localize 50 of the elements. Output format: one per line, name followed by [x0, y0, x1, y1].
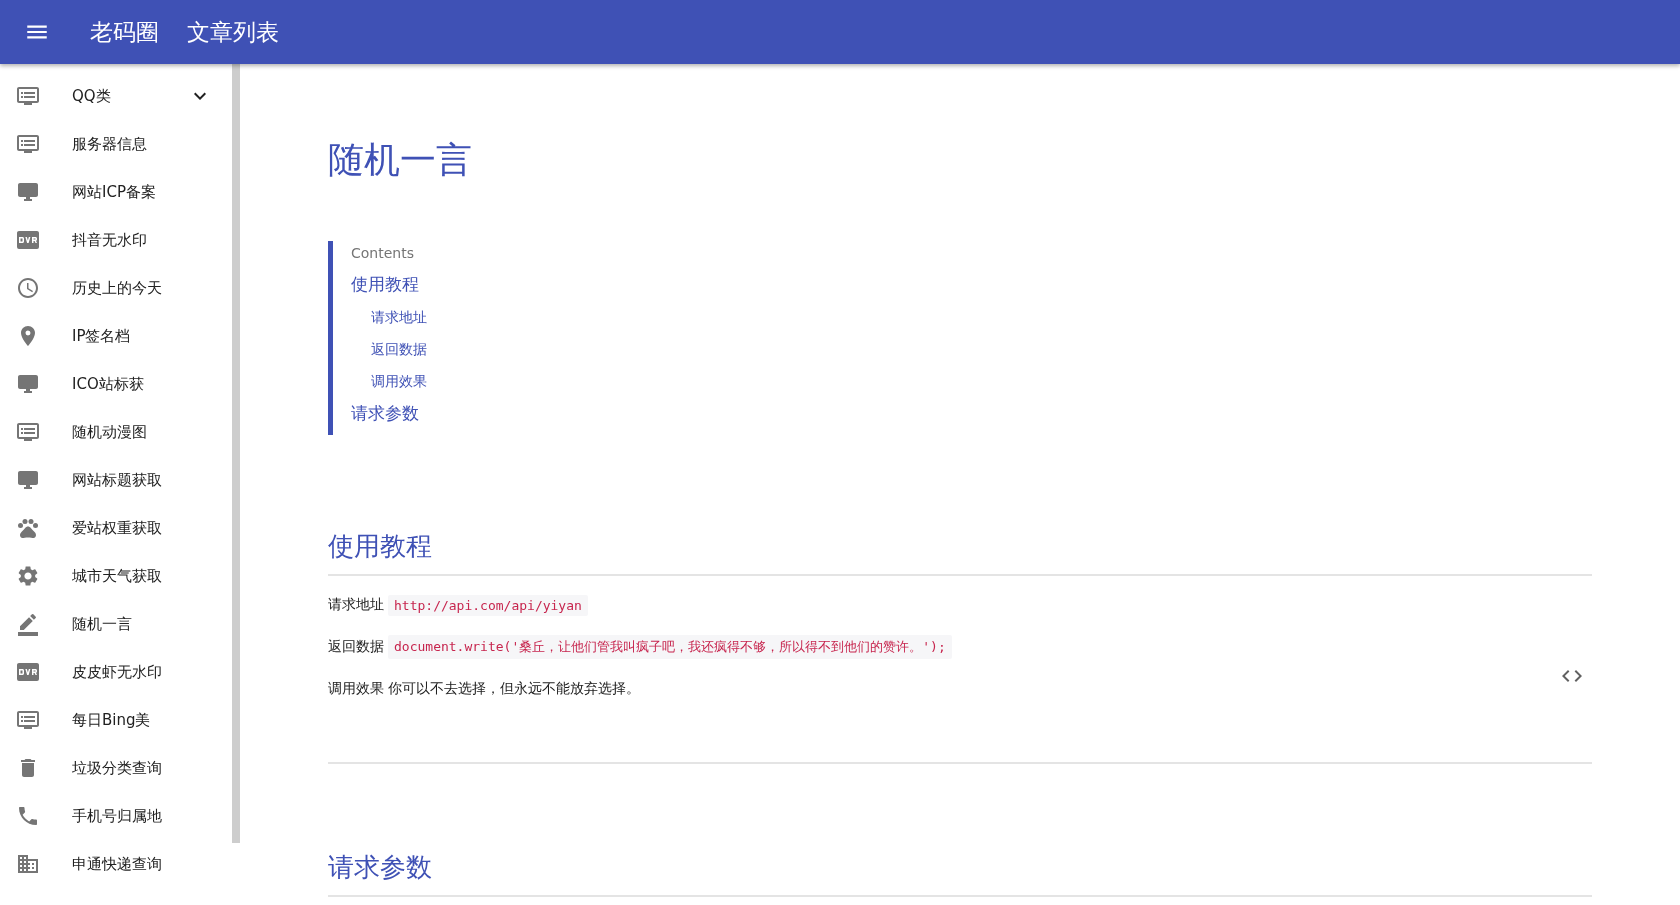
sidebar-item[interactable]: 每日Bing美 — [0, 696, 232, 744]
sidebar-item[interactable]: 手机号归属地 — [0, 792, 232, 840]
scrollbar-thumb[interactable] — [232, 64, 240, 843]
article-title: 随机一言 — [328, 138, 472, 182]
sidebar-item[interactable]: 历史上的今天 — [0, 264, 232, 312]
field-label: 请求地址 — [328, 596, 384, 614]
video-badge-icon — [16, 228, 40, 252]
code-snippet: http://api.com/api/yiyan — [388, 594, 588, 616]
monitor-list-icon — [16, 84, 40, 108]
page-title: 文章列表 — [187, 17, 279, 47]
field-label: 返回数据 — [328, 638, 384, 656]
sidebar-item[interactable]: QQ类 — [0, 72, 232, 120]
paw-icon — [16, 516, 40, 540]
sidebar-item[interactable]: 网站ICP备案 — [0, 168, 232, 216]
code-snippet: document.write('桑丘，让他们管我叫疯子吧，我还疯得不够，所以得不到他们的赞许。'); — [388, 635, 952, 659]
phone-icon — [16, 804, 40, 828]
sidebar-item[interactable]: 服务器信息 — [0, 120, 232, 168]
settings-icon — [16, 564, 40, 588]
sidebar-item[interactable]: 皮皮虾无水印 — [0, 648, 232, 696]
sidebar-item[interactable]: 网站标题获取 — [0, 456, 232, 504]
result-text: 你可以不去选择，但永远不能放弃选择。 — [388, 680, 640, 698]
monitor-icon — [16, 180, 40, 204]
site-title: 老码圈 — [90, 17, 159, 47]
contents-sublink[interactable]: 调用效果 — [371, 373, 427, 391]
field-label: 调用效果 — [328, 680, 384, 698]
monitor-icon — [16, 372, 40, 396]
monitor-list-icon — [16, 132, 40, 156]
pencil-icon — [16, 612, 40, 636]
sidebar-item[interactable]: 爱站权重获取 — [0, 504, 232, 552]
contents-label: Contents — [351, 245, 415, 261]
contents-link[interactable]: 使用教程 — [351, 273, 419, 296]
contents-sublink[interactable]: 返回数据 — [371, 341, 427, 359]
section-heading: 请求参数 — [328, 851, 432, 884]
contents-sublink[interactable]: 请求地址 — [371, 309, 427, 327]
sidebar-item[interactable]: 申通快递查询 — [0, 840, 232, 888]
building-icon — [16, 852, 40, 876]
sidebar-item[interactable]: 城市天气获取 — [0, 552, 232, 600]
monitor-list-icon — [16, 420, 40, 444]
sidebar-item[interactable]: 随机一言 — [0, 600, 232, 648]
monitor-list-icon — [16, 708, 40, 732]
video-badge-icon — [16, 660, 40, 684]
section-heading: 使用教程 — [328, 530, 432, 563]
sidebar-item[interactable]: 随机动漫图 — [0, 408, 232, 456]
sidebar-item[interactable]: 垃圾分类查询 — [0, 744, 232, 792]
contents-link[interactable]: 请求参数 — [351, 402, 419, 425]
sidebar-item[interactable]: IP签名档 — [0, 312, 232, 360]
monitor-icon — [16, 468, 40, 492]
clock-icon — [16, 276, 40, 300]
sidebar-item[interactable]: 抖音无水印 — [0, 216, 232, 264]
sidebar-item[interactable]: ICO站标获 — [0, 360, 232, 408]
